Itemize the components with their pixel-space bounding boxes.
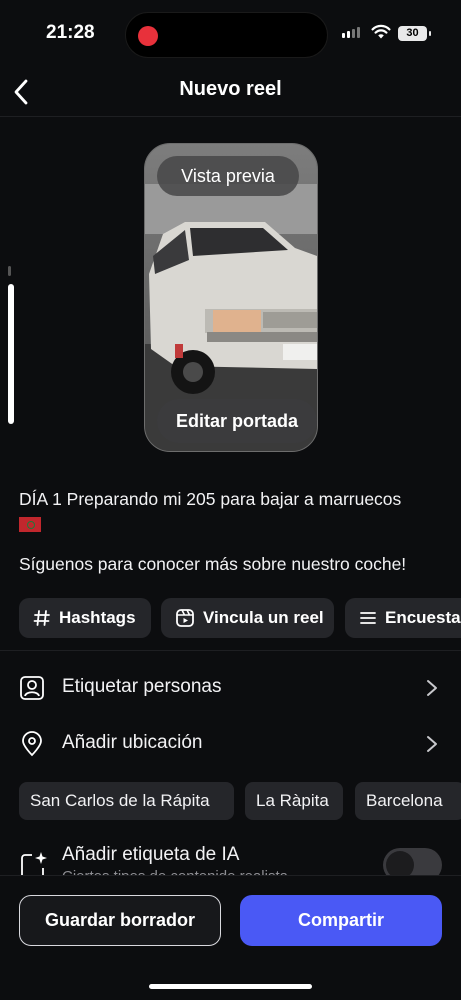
morocco-flag-icon bbox=[19, 517, 41, 532]
location-chip[interactable]: Barcelona bbox=[355, 782, 461, 820]
chevron-right-icon bbox=[427, 680, 437, 696]
reel-icon bbox=[176, 609, 194, 627]
location-chip[interactable]: La Ràpita bbox=[245, 782, 343, 820]
list-icon bbox=[360, 612, 376, 624]
caption-text[interactable]: DÍA 1 Preparando mi 205 para bajar a mar… bbox=[19, 487, 449, 537]
tag-people-label: Etiquetar personas bbox=[62, 676, 222, 697]
nav-bar: Nuevo reel bbox=[0, 70, 461, 114]
scroll-thumb[interactable] bbox=[8, 284, 14, 424]
hash-icon bbox=[33, 610, 50, 626]
chevron-right-icon bbox=[427, 736, 437, 752]
reel-cover-preview[interactable]: Vista previa Editar portada bbox=[144, 143, 318, 452]
link-reel-chip[interactable]: Vincula un reel bbox=[161, 598, 334, 638]
chip-label: Vincula un reel bbox=[203, 608, 324, 627]
chip-label: Encuesta bbox=[385, 608, 461, 627]
save-draft-button[interactable]: Guardar borrador bbox=[19, 895, 221, 946]
location-suggestions: San Carlos de la Rápita La Ràpita Barcel… bbox=[19, 782, 461, 820]
chip-label: Hashtags bbox=[59, 608, 136, 627]
scroll-indicator[interactable] bbox=[8, 266, 14, 424]
dynamic-island bbox=[125, 12, 328, 58]
tag-people-row[interactable]: Etiquetar personas bbox=[0, 664, 461, 712]
share-button[interactable]: Compartir bbox=[240, 895, 442, 946]
battery-icon: 30 bbox=[398, 26, 427, 41]
battery-cap bbox=[429, 31, 431, 36]
home-indicator[interactable] bbox=[149, 984, 312, 989]
recording-indicator-icon bbox=[138, 26, 158, 46]
edit-cover-button[interactable]: Editar portada bbox=[157, 399, 317, 443]
location-pin-icon bbox=[22, 731, 42, 757]
caption-line2: Síguenos para conocer más sobre nuestro … bbox=[19, 554, 407, 574]
wifi-icon bbox=[371, 24, 391, 39]
ai-label-title: Añadir etiqueta de IA bbox=[62, 844, 240, 865]
nav-divider bbox=[0, 116, 461, 117]
scroll-track bbox=[8, 266, 11, 276]
status-bar: 21:28 30 bbox=[0, 0, 461, 70]
add-location-row[interactable]: Añadir ubicación bbox=[0, 720, 461, 768]
add-location-label: Añadir ubicación bbox=[62, 732, 203, 753]
cellular-signal-icon bbox=[342, 27, 360, 38]
preview-button[interactable]: Vista previa bbox=[157, 156, 299, 196]
location-chip[interactable]: San Carlos de la Rápita bbox=[19, 782, 234, 820]
bottom-action-bar: Guardar borrador Compartir bbox=[0, 875, 461, 1000]
status-time: 21:28 bbox=[46, 22, 95, 43]
poll-chip[interactable]: Encuesta bbox=[345, 598, 461, 638]
feature-chips: Hashtags Vincula un reel Encuesta bbox=[19, 598, 461, 638]
section-divider bbox=[0, 650, 461, 651]
hashtags-chip[interactable]: Hashtags bbox=[19, 598, 151, 638]
caption-line1: DÍA 1 Preparando mi 205 para bajar a mar… bbox=[19, 489, 402, 509]
page-title: Nuevo reel bbox=[179, 78, 282, 100]
person-tag-icon bbox=[20, 676, 44, 700]
